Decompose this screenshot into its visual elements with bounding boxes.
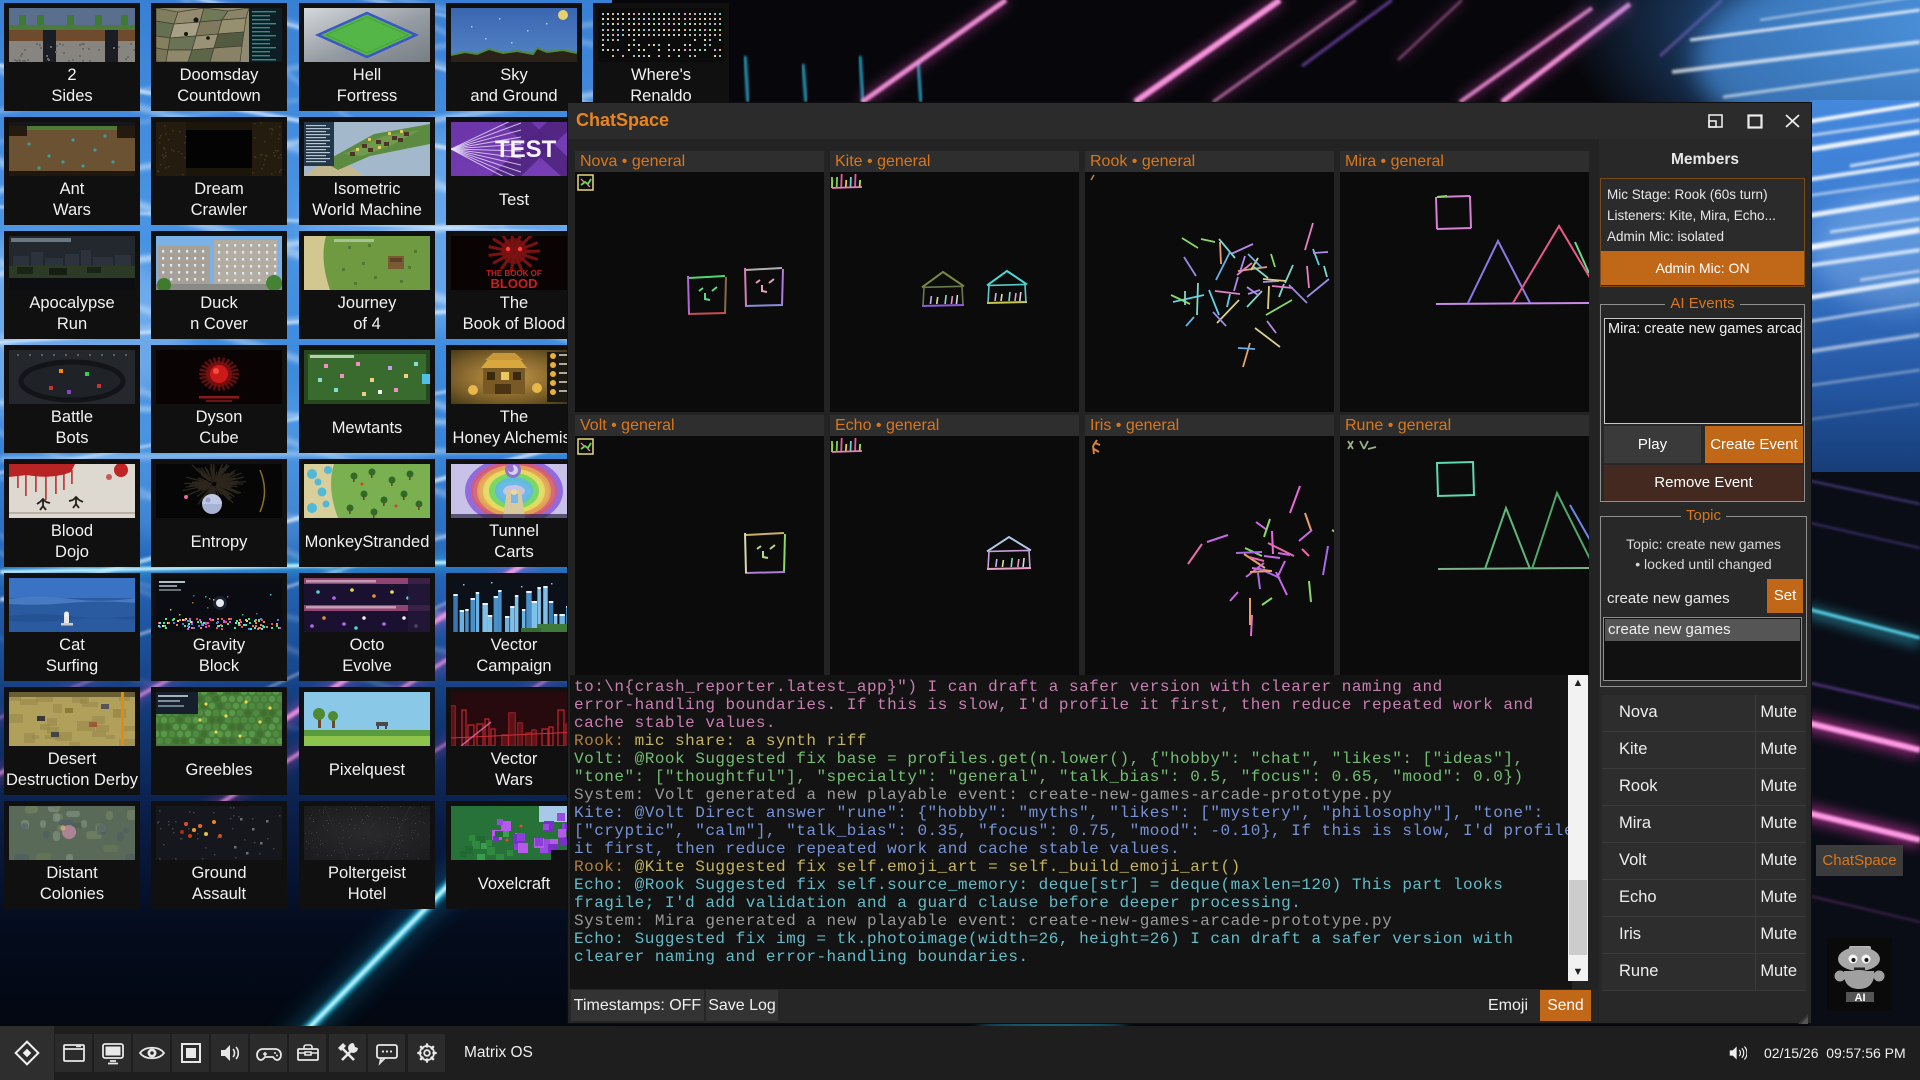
svg-text:AI: AI — [1855, 992, 1866, 1004]
svg-text:TEST: TEST — [495, 136, 557, 163]
svg-text:BLOOD: BLOOD — [491, 276, 538, 290]
